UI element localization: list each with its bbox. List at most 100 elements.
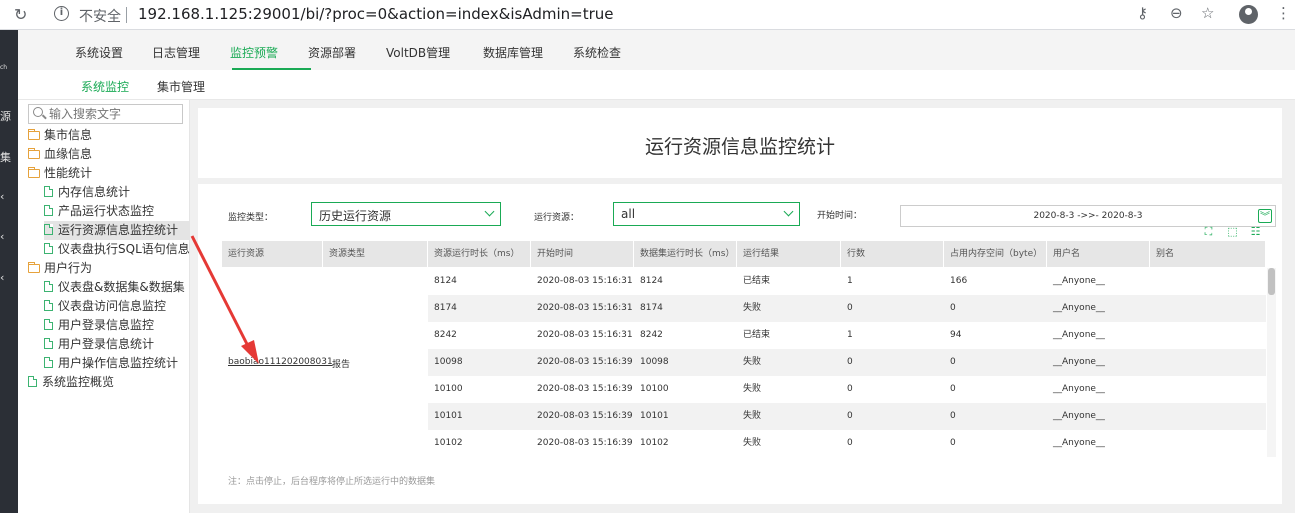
tree-item[interactable]: 内存信息统计 [44,183,190,202]
left-menu-item[interactable]: ‹ [0,230,4,243]
column-header[interactable]: 占用内存空间（byte） [944,241,1047,267]
table-cell: __Anyone__ [1053,357,1105,367]
expand-icon[interactable] [1258,208,1272,223]
tree-item[interactable]: 血缘信息 [28,145,190,164]
table-cell: 10098 [434,357,463,367]
table-scrollbar[interactable] [1267,268,1276,457]
left-collapsed-menu: ch 源 集 ‹ ‹ ‹ [0,30,18,513]
table-cell: 2020-08-03 15:16:39 [537,438,633,448]
tree-item-label: 系统监控概览 [42,375,115,389]
profile-avatar-icon[interactable] [1239,5,1258,24]
tree-item-label: 产品运行状态监控 [58,204,155,218]
tree-item-label: 内存信息统计 [58,185,131,199]
scrollbar-thumb[interactable] [1268,268,1275,295]
tree-search-input[interactable] [49,106,179,122]
tree-item-label: 用户操作信息监控统计 [58,356,179,370]
more-menu-icon[interactable]: ⋮ [1276,4,1291,22]
zoom-icon[interactable]: ⊖ [1170,4,1183,22]
tab-system-settings[interactable]: 系统设置 [75,44,123,61]
tree-item[interactable]: 系统监控概览 [28,373,190,392]
table-cell: 8242 [640,330,663,340]
top-nav: 系统设置 日志管理 监控预警 资源部署 VoltDB管理 数据库管理 系统检查 [18,30,1295,71]
tab-monitoring-alerts[interactable]: 监控预警 [230,44,278,61]
column-header[interactable]: 别名 [1150,241,1266,267]
sub-nav: 系统监控 集市管理 [18,70,1295,100]
folder-icon [28,129,40,140]
key-icon[interactable]: ⚷ [1137,4,1148,22]
column-header[interactable]: 资源运行时长（ms） [428,241,531,267]
table-cell: 失败 [743,384,762,394]
left-menu-item[interactable]: ‹ [0,271,4,284]
table-cell: 10102 [434,438,463,448]
resource-select[interactable]: all [613,202,800,226]
column-header[interactable]: 开始时间 [531,241,634,267]
column-header[interactable]: 数据集运行时长（ms） [634,241,737,267]
tree-item[interactable]: 性能统计 [28,164,190,183]
tree-search-box[interactable] [28,104,183,124]
tree-item[interactable]: 用户登录信息监控 [44,316,190,335]
table-cell: 0 [847,384,853,394]
column-header[interactable]: 运行资源 [222,241,323,267]
select-pointer-icon[interactable]: ⬚ [1226,226,1239,238]
tree-item[interactable]: 用户操作信息监控统计 [44,354,190,373]
reload-icon[interactable]: ↻ [14,5,27,24]
tree-item[interactable]: 产品运行状态监控 [44,202,190,221]
table-cell: 1 [847,276,853,286]
tree-item[interactable]: 用户登录信息统计 [44,335,190,354]
search-icon [33,107,43,117]
document-icon [44,243,53,254]
left-menu-item[interactable]: 源 [0,108,11,124]
subtab-mart-management[interactable]: 集市管理 [157,78,205,95]
document-icon [44,186,53,197]
column-header[interactable]: 用户名 [1047,241,1150,267]
star-icon[interactable]: ☆ [1201,4,1214,22]
column-header[interactable]: 运行结果 [737,241,841,267]
table-cell: 10100 [640,384,669,394]
tree-item[interactable]: 仪表盘&数据集&数据集 [44,278,190,297]
tab-system-check[interactable]: 系统检查 [573,44,621,61]
url-field[interactable]: 192.168.1.125:29001/bi/?proc=0&action=in… [138,5,613,23]
table-cell: 2020-08-03 15:16:39 [537,357,633,367]
column-header[interactable]: 资源类型 [323,241,428,267]
tree-item-label: 集市信息 [44,128,93,142]
tree-item-label: 血缘信息 [44,147,93,161]
start-time-label: 开始时间： [817,211,863,221]
tab-log-management[interactable]: 日志管理 [152,44,200,61]
column-header[interactable]: 行数 [841,241,944,267]
tree-item[interactable]: 运行资源信息监控统计 [44,221,190,240]
tree-item[interactable]: 仪表盘执行SQL语句信息 [44,240,190,259]
table-cell: 0 [847,411,853,421]
footer-note: 注：点击停止，后台程序将停止所选运行中的数据集 [228,477,436,487]
table-cell: __Anyone__ [1053,411,1105,421]
left-menu-item[interactable]: 集 [0,149,11,165]
table-cell: __Anyone__ [1053,438,1105,448]
table-cell: 10101 [434,411,463,421]
tree-item[interactable]: 仪表盘访问信息监控 [44,297,190,316]
tree-item-label: 仪表盘&数据集&数据集 [58,280,185,294]
column-list-icon[interactable]: ☷ [1249,226,1262,238]
fullscreen-icon[interactable]: ⛶ [1202,226,1215,238]
document-icon [44,281,53,292]
resource-link[interactable]: baobiao111202008031 [228,357,333,367]
folder-icon [28,148,40,159]
table-cell: 8124 [640,276,663,286]
folder-icon [28,262,40,273]
browser-address-bar: ↻ i 不安全 192.168.1.125:29001/bi/?proc=0&a… [0,0,1295,30]
subtab-system-monitor[interactable]: 系统监控 [81,78,129,95]
table-cell: 94 [950,330,962,340]
left-menu-text: ch [0,64,8,71]
tab-database-management[interactable]: 数据库管理 [483,44,543,61]
monitor-type-select[interactable]: 历史运行资源 [311,202,501,226]
info-icon[interactable]: i [54,6,69,21]
tree-item[interactable]: 集市信息 [28,126,190,145]
table-cell: 0 [950,384,956,394]
tab-resource-deploy[interactable]: 资源部署 [308,44,356,61]
tab-voltdb[interactable]: VoltDB管理 [386,44,450,61]
date-range-picker[interactable]: 2020-8-3 ->>- 2020-8-3 [900,205,1276,227]
tree-item[interactable]: 用户行为 [28,259,190,278]
left-menu-item[interactable]: ‹ [0,190,4,203]
document-icon [44,205,53,216]
table-cell: __Anyone__ [1053,303,1105,313]
table-cell: 10101 [640,411,669,421]
chevron-down-icon [484,206,495,217]
